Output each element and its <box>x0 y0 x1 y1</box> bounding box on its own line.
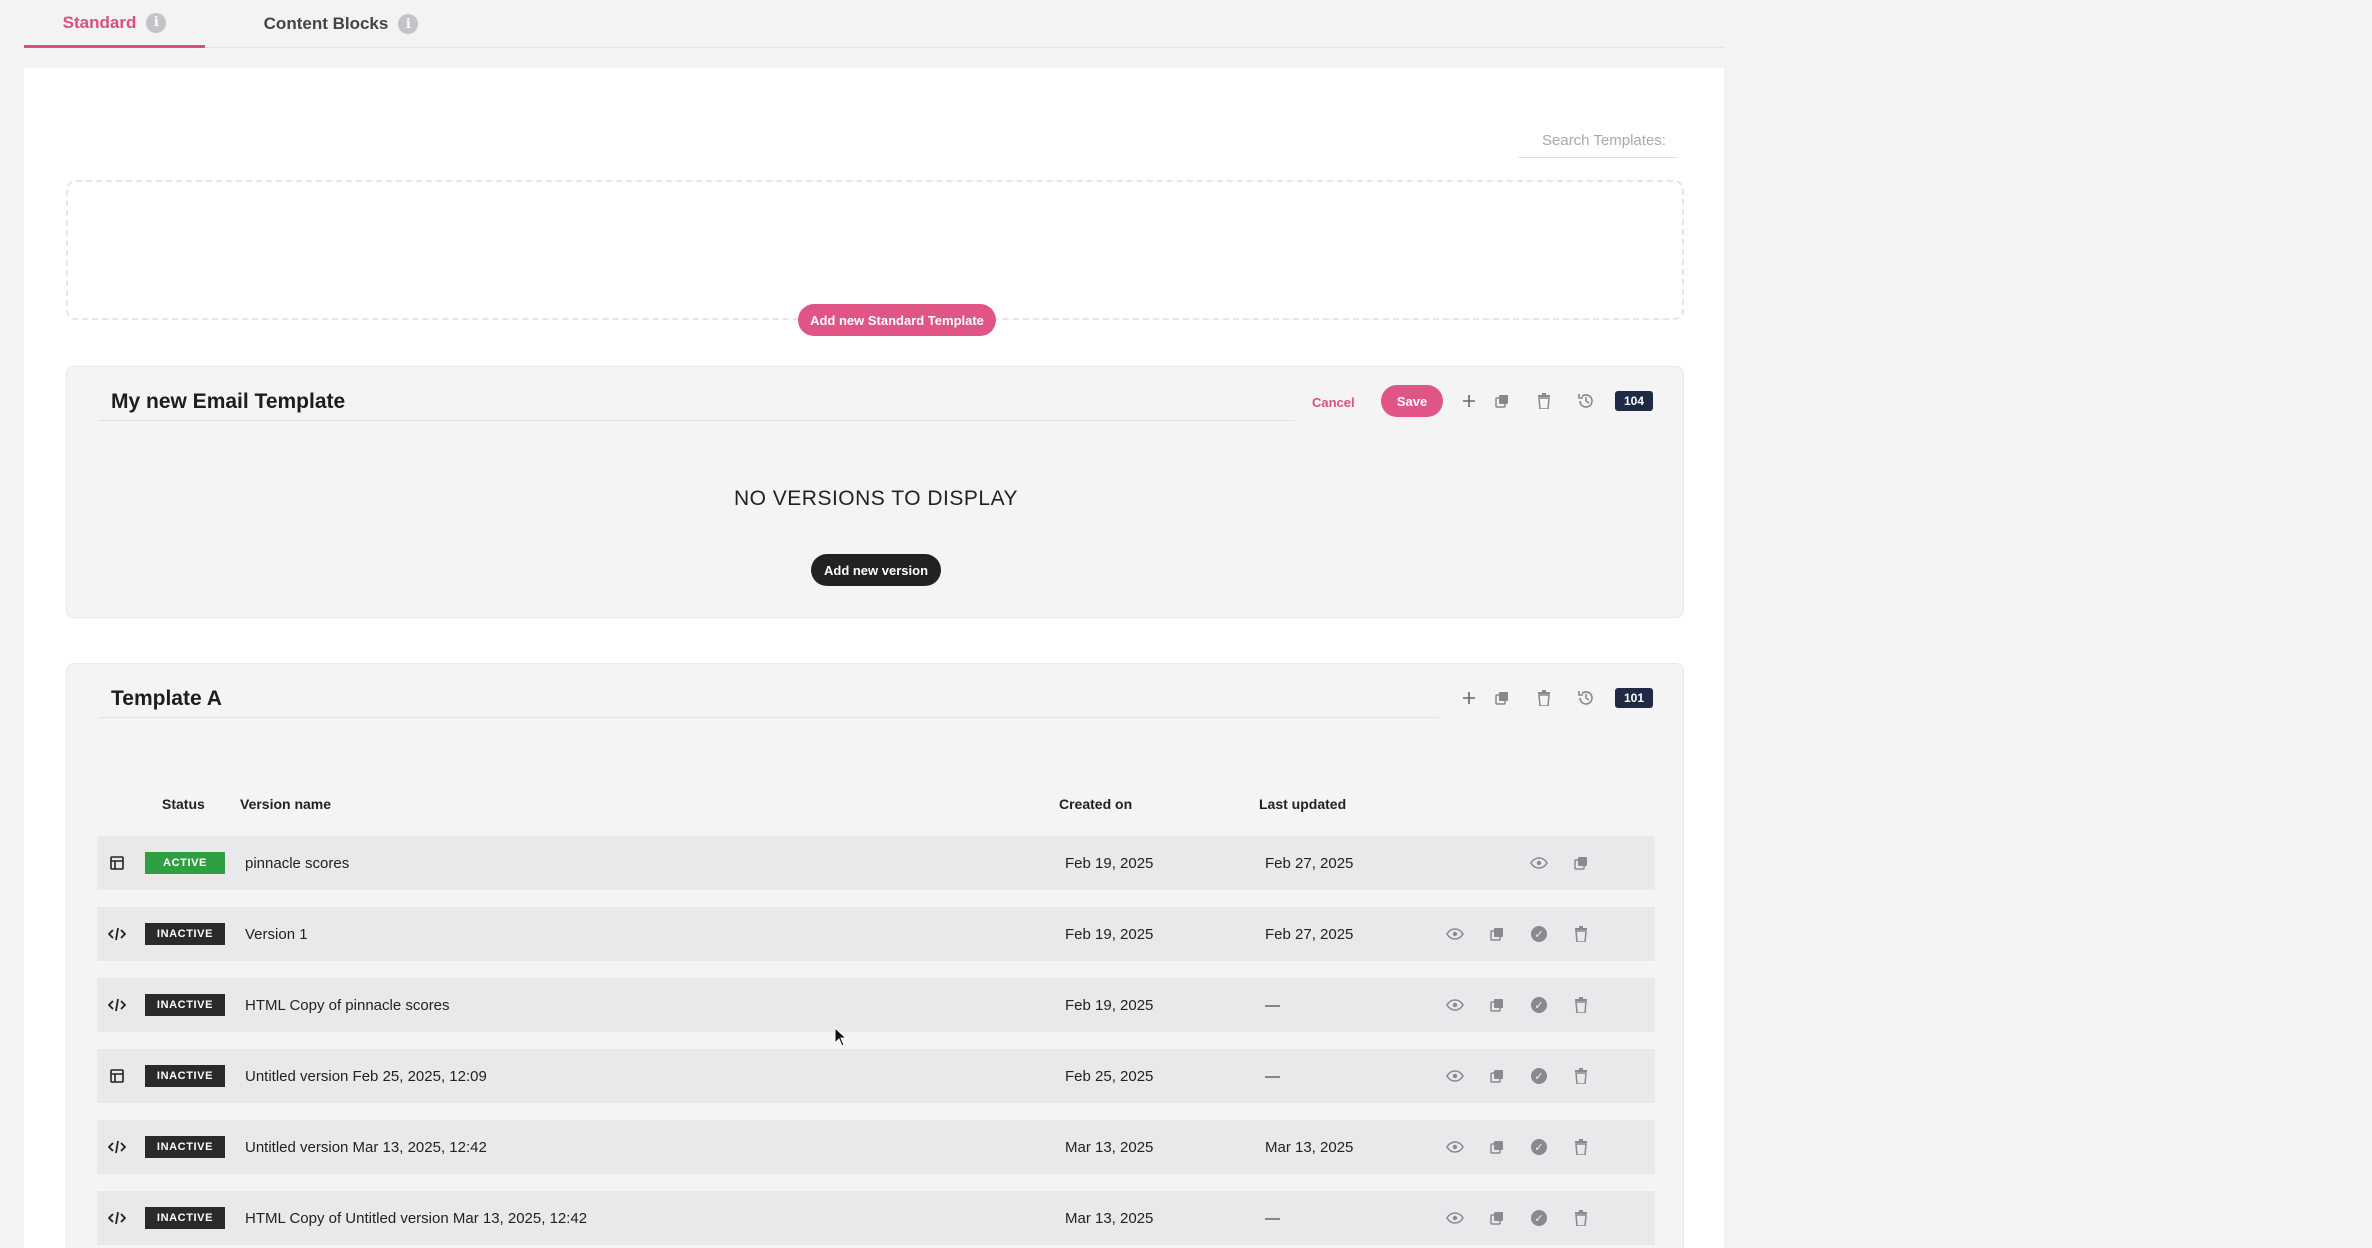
template-id-badge: 104 <box>1615 391 1653 411</box>
column-header-status: Status <box>162 796 205 812</box>
status-badge: INACTIVE <box>145 1136 225 1158</box>
tab-standard-label: Standard <box>62 12 137 32</box>
status-badge: INACTIVE <box>145 1207 225 1229</box>
template-tabs: Standard i Content Blocks i <box>24 0 1724 48</box>
preview-eye-icon[interactable] <box>1443 1206 1467 1230</box>
code-icon <box>105 1120 129 1174</box>
created-on: Mar 13, 2025 <box>1065 1138 1154 1156</box>
duplicate-icon[interactable] <box>1485 993 1509 1017</box>
trash-icon[interactable] <box>1532 389 1556 413</box>
trash-icon[interactable] <box>1569 993 1593 1017</box>
column-header-created-on: Created on <box>1059 796 1133 812</box>
preview-eye-icon[interactable] <box>1527 851 1551 875</box>
status-badge: ACTIVE <box>145 852 225 874</box>
tab-standard[interactable]: Standard i <box>24 0 205 48</box>
code-icon <box>105 1191 129 1245</box>
status-badge: INACTIVE <box>145 923 225 945</box>
add-icon[interactable] <box>1457 389 1481 413</box>
trash-icon[interactable] <box>1569 1206 1593 1230</box>
column-header-version-name: Version name <box>240 796 332 812</box>
activate-check-icon[interactable]: ✓ <box>1527 993 1551 1017</box>
preview-eye-icon[interactable] <box>1443 993 1467 1017</box>
template-card-a: Template A 101 Status Version name Creat… <box>66 663 1684 1248</box>
add-icon[interactable] <box>1457 686 1481 710</box>
template-title[interactable]: Template A <box>99 680 1439 718</box>
trash-icon[interactable] <box>1569 1064 1593 1088</box>
activate-check-icon[interactable]: ✓ <box>1527 1064 1551 1088</box>
table-row[interactable]: INACTIVE HTML Copy of pinnacle scores Feb … <box>97 978 1655 1032</box>
table-row[interactable]: ACTIVE pinnacle scores Feb 19, 2025 Feb 27,… <box>97 836 1655 890</box>
template-id-badge: 101 <box>1615 688 1653 708</box>
code-icon <box>105 978 129 1032</box>
version-name[interactable]: pinnacle scores <box>245 836 349 890</box>
version-name[interactable]: HTML Copy of Untitled version Mar 13, 20… <box>245 1191 587 1245</box>
duplicate-icon[interactable] <box>1485 1135 1509 1159</box>
history-icon[interactable] <box>1574 389 1598 413</box>
status-badge: INACTIVE <box>145 994 225 1016</box>
empty-versions-message: NO VERSIONS TO DISPLAY <box>733 487 1019 510</box>
table-row[interactable]: INACTIVE Version 1 Feb 19, 2025 Feb 27, 202… <box>97 907 1655 961</box>
duplicate-icon[interactable] <box>1490 686 1514 710</box>
layout-icon <box>105 836 129 890</box>
version-name[interactable]: Untitled version Feb 25, 2025, 12:09 <box>245 1049 487 1103</box>
table-row[interactable]: INACTIVE Untitled version Mar 13, 2025, 1… <box>97 1120 1655 1174</box>
status-badge: INACTIVE <box>145 1065 225 1087</box>
created-on: Feb 19, 2025 <box>1065 854 1154 872</box>
activate-check-icon[interactable]: ✓ <box>1527 1135 1551 1159</box>
save-button[interactable]: Save <box>1381 385 1443 417</box>
layout-icon <box>105 1049 129 1103</box>
tab-content-blocks[interactable]: Content Blocks i <box>246 0 436 48</box>
version-name[interactable]: Untitled version Mar 13, 2025, 12:42 <box>245 1120 487 1174</box>
duplicate-icon[interactable] <box>1485 1206 1509 1230</box>
history-icon[interactable] <box>1574 686 1598 710</box>
code-icon <box>105 907 129 961</box>
info-icon[interactable]: i <box>398 14 419 34</box>
last-updated: Feb 27, 2025 <box>1265 854 1354 872</box>
last-updated: — <box>1265 1209 1280 1227</box>
duplicate-icon[interactable] <box>1490 389 1514 413</box>
version-name[interactable]: HTML Copy of pinnacle scores <box>245 978 450 1032</box>
created-on: Feb 25, 2025 <box>1065 1067 1154 1085</box>
last-updated: Feb 27, 2025 <box>1265 925 1354 943</box>
template-title-input[interactable]: My new Email Template <box>99 383 1295 421</box>
search-templates-input[interactable]: Search Templates: <box>1518 124 1678 158</box>
duplicate-icon[interactable] <box>1569 851 1593 875</box>
preview-eye-icon[interactable] <box>1443 922 1467 946</box>
trash-icon[interactable] <box>1569 922 1593 946</box>
add-new-version-button[interactable]: Add new version <box>811 554 941 586</box>
templates-panel: Search Templates: Add new Standard Templ… <box>24 68 1724 1248</box>
add-template-dropzone: Add new Standard Template <box>66 180 1684 336</box>
table-row[interactable]: INACTIVE Untitled version Feb 25, 2025, 1… <box>97 1049 1655 1103</box>
last-updated: Mar 13, 2025 <box>1265 1138 1354 1156</box>
created-on: Feb 19, 2025 <box>1065 996 1154 1014</box>
last-updated: — <box>1265 1067 1280 1085</box>
activate-check-icon[interactable]: ✓ <box>1527 1206 1551 1230</box>
preview-eye-icon[interactable] <box>1443 1064 1467 1088</box>
duplicate-icon[interactable] <box>1485 1064 1509 1088</box>
preview-eye-icon[interactable] <box>1443 1135 1467 1159</box>
created-on: Mar 13, 2025 <box>1065 1209 1154 1227</box>
duplicate-icon[interactable] <box>1485 922 1509 946</box>
version-name[interactable]: Version 1 <box>245 907 308 961</box>
trash-icon[interactable] <box>1569 1135 1593 1159</box>
tab-content-blocks-label: Content Blocks <box>263 14 389 33</box>
cancel-button[interactable]: Cancel <box>1312 391 1355 413</box>
template-card-editing: My new Email Template Cancel Save 104 NO… <box>66 366 1684 618</box>
info-icon[interactable]: i <box>146 12 167 33</box>
table-row[interactable]: INACTIVE HTML Copy of Untitled version Ma… <box>97 1191 1655 1245</box>
trash-icon[interactable] <box>1532 686 1556 710</box>
last-updated: — <box>1265 996 1280 1014</box>
mouse-cursor-icon <box>834 1027 848 1047</box>
column-header-last-updated: Last updated <box>1259 796 1347 812</box>
activate-check-icon[interactable]: ✓ <box>1527 922 1551 946</box>
created-on: Feb 19, 2025 <box>1065 925 1154 943</box>
add-standard-template-button[interactable]: Add new Standard Template <box>798 304 996 336</box>
